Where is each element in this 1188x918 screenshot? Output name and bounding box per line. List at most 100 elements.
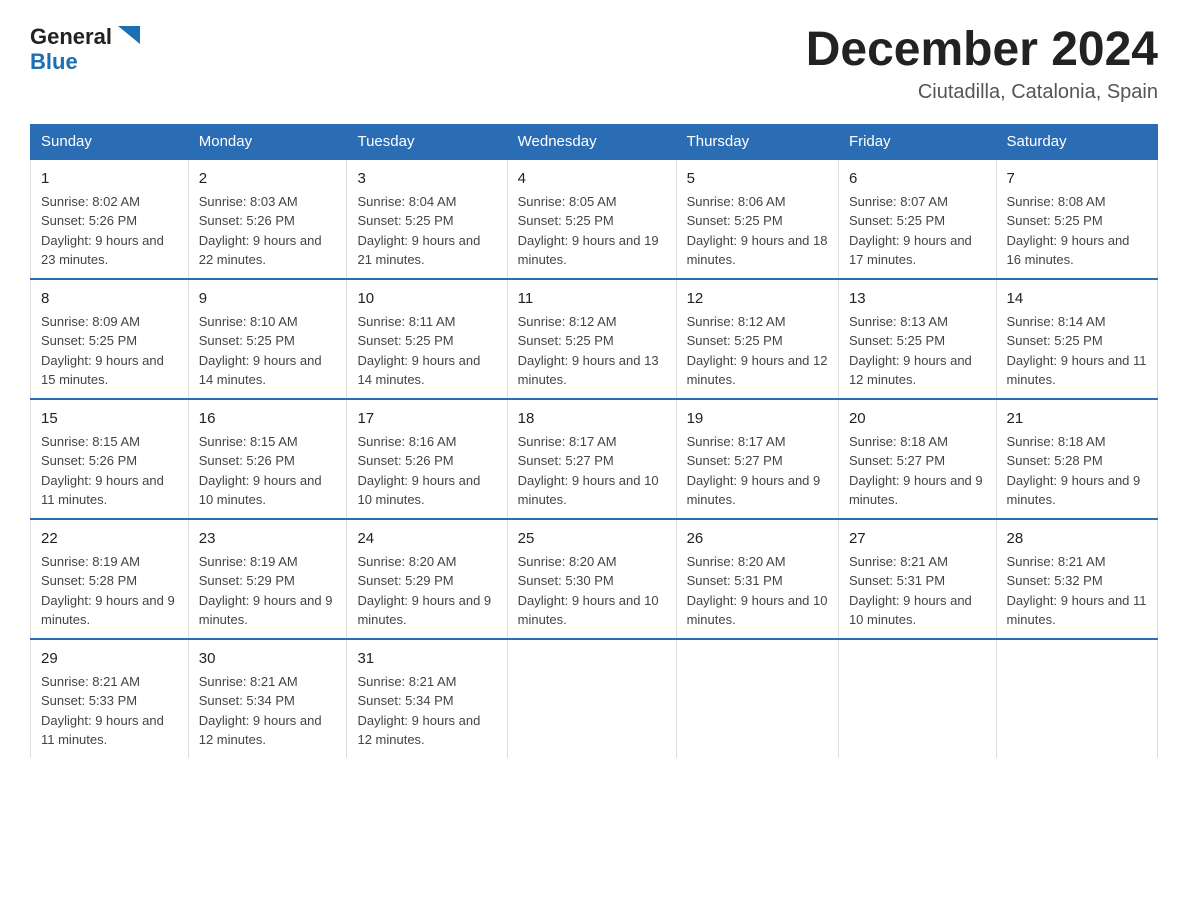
calendar-cell: 9 Sunrise: 8:10 AMSunset: 5:25 PMDaylight… [188, 279, 347, 399]
calendar-cell: 17 Sunrise: 8:16 AMSunset: 5:26 PMDayligh… [347, 399, 507, 519]
calendar-cell [996, 639, 1157, 758]
calendar-cell: 29 Sunrise: 8:21 AMSunset: 5:33 PMDayligh… [31, 639, 189, 758]
calendar-cell: 30Sunrise: 8:21 AMSunset: 5:34 PMDayligh… [188, 639, 347, 758]
day-number: 13 [849, 288, 986, 309]
logo-text-line2: Blue [30, 49, 78, 74]
calendar-cell: 25 Sunrise: 8:20 AMSunset: 5:30 PMDayligh… [507, 519, 676, 639]
page-subtitle: Ciutadilla, Catalonia, Spain [806, 81, 1158, 104]
day-info: Sunrise: 8:17 AMSunset: 5:27 PMDaylight:… [687, 432, 828, 510]
calendar-cell: 26 Sunrise: 8:20 AMSunset: 5:31 PMDayligh… [676, 519, 838, 639]
calendar-cell: 14Sunrise: 8:14 AMSunset: 5:25 PMDayligh… [996, 279, 1157, 399]
day-number: 15 [41, 408, 178, 429]
day-info: Sunrise: 8:04 AMSunset: 5:25 PMDaylight:… [357, 192, 496, 270]
calendar-cell: 16 Sunrise: 8:15 AMSunset: 5:26 PMDayligh… [188, 399, 347, 519]
day-number: 19 [687, 408, 828, 429]
calendar-cell: 22Sunrise: 8:19 AMSunset: 5:28 PMDayligh… [31, 519, 189, 639]
day-number: 24 [357, 528, 496, 549]
calendar-cell: 27 Sunrise: 8:21 AMSunset: 5:31 PMDayligh… [838, 519, 996, 639]
day-info: Sunrise: 8:11 AMSunset: 5:25 PMDaylight:… [357, 312, 496, 390]
day-info: Sunrise: 8:19 AMSunset: 5:29 PMDaylight:… [199, 552, 337, 630]
day-info: Sunrise: 8:13 AMSunset: 5:25 PMDaylight:… [849, 312, 986, 390]
day-number: 17 [357, 408, 496, 429]
calendar-cell: 23 Sunrise: 8:19 AMSunset: 5:29 PMDayligh… [188, 519, 347, 639]
calendar-cell: 8 Sunrise: 8:09 AMSunset: 5:25 PMDaylight… [31, 279, 189, 399]
calendar-cell [507, 639, 676, 758]
day-number: 11 [518, 288, 666, 309]
calendar-week-row: 22Sunrise: 8:19 AMSunset: 5:28 PMDayligh… [31, 519, 1158, 639]
calendar-week-row: 8 Sunrise: 8:09 AMSunset: 5:25 PMDaylight… [31, 279, 1158, 399]
day-number: 28 [1007, 528, 1147, 549]
day-info: Sunrise: 8:20 AMSunset: 5:30 PMDaylight:… [518, 552, 666, 630]
day-info: Sunrise: 8:09 AMSunset: 5:25 PMDaylight:… [41, 312, 178, 390]
day-number: 14 [1007, 288, 1147, 309]
day-info: Sunrise: 8:05 AMSunset: 5:25 PMDaylight:… [518, 192, 666, 270]
calendar-cell [838, 639, 996, 758]
calendar-week-row: 1 Sunrise: 8:02 AMSunset: 5:26 PMDaylight… [31, 159, 1158, 279]
calendar-cell: 4 Sunrise: 8:05 AMSunset: 5:25 PMDaylight… [507, 159, 676, 279]
day-info: Sunrise: 8:17 AMSunset: 5:27 PMDaylight:… [518, 432, 666, 510]
page-header: General Blue December 2024 Ciutadilla, C… [30, 24, 1158, 104]
day-number: 29 [41, 648, 178, 669]
header-sunday: Sunday [31, 124, 189, 159]
day-info: Sunrise: 8:19 AMSunset: 5:28 PMDaylight:… [41, 552, 178, 630]
day-number: 10 [357, 288, 496, 309]
day-info: Sunrise: 8:21 AMSunset: 5:34 PMDaylight:… [357, 672, 496, 750]
day-number: 31 [357, 648, 496, 669]
day-number: 9 [199, 288, 337, 309]
calendar-cell: 24 Sunrise: 8:20 AMSunset: 5:29 PMDayligh… [347, 519, 507, 639]
calendar-week-row: 15 Sunrise: 8:15 AMSunset: 5:26 PMDayligh… [31, 399, 1158, 519]
day-number: 2 [199, 168, 337, 189]
day-number: 4 [518, 168, 666, 189]
day-info: Sunrise: 8:15 AMSunset: 5:26 PMDaylight:… [41, 432, 178, 510]
day-info: Sunrise: 8:03 AMSunset: 5:26 PMDaylight:… [199, 192, 337, 270]
day-info: Sunrise: 8:21 AMSunset: 5:34 PMDaylight:… [199, 672, 337, 750]
day-number: 8 [41, 288, 178, 309]
calendar-cell: 19 Sunrise: 8:17 AMSunset: 5:27 PMDayligh… [676, 399, 838, 519]
calendar-cell: 6Sunrise: 8:07 AMSunset: 5:25 PMDaylight… [838, 159, 996, 279]
calendar-cell: 3Sunrise: 8:04 AMSunset: 5:25 PMDaylight… [347, 159, 507, 279]
calendar-cell: 10 Sunrise: 8:11 AMSunset: 5:25 PMDayligh… [347, 279, 507, 399]
day-number: 7 [1007, 168, 1147, 189]
calendar-cell: 12 Sunrise: 8:12 AMSunset: 5:25 PMDayligh… [676, 279, 838, 399]
header-tuesday: Tuesday [347, 124, 507, 159]
day-info: Sunrise: 8:06 AMSunset: 5:25 PMDaylight:… [687, 192, 828, 270]
calendar-cell: 7Sunrise: 8:08 AMSunset: 5:25 PMDaylight… [996, 159, 1157, 279]
calendar-week-row: 29 Sunrise: 8:21 AMSunset: 5:33 PMDayligh… [31, 639, 1158, 758]
day-info: Sunrise: 8:10 AMSunset: 5:25 PMDaylight:… [199, 312, 337, 390]
day-info: Sunrise: 8:21 AMSunset: 5:31 PMDaylight:… [849, 552, 986, 630]
day-info: Sunrise: 8:18 AMSunset: 5:27 PMDaylight:… [849, 432, 986, 510]
calendar-cell: 11 Sunrise: 8:12 AMSunset: 5:25 PMDayligh… [507, 279, 676, 399]
day-number: 12 [687, 288, 828, 309]
day-number: 23 [199, 528, 337, 549]
header-saturday: Saturday [996, 124, 1157, 159]
header-friday: Friday [838, 124, 996, 159]
calendar-cell: 28 Sunrise: 8:21 AMSunset: 5:32 PMDayligh… [996, 519, 1157, 639]
day-info: Sunrise: 8:18 AMSunset: 5:28 PMDaylight:… [1007, 432, 1147, 510]
calendar-cell: 1 Sunrise: 8:02 AMSunset: 5:26 PMDaylight… [31, 159, 189, 279]
calendar-cell: 2 Sunrise: 8:03 AMSunset: 5:26 PMDaylight… [188, 159, 347, 279]
logo-text-line1: General [30, 25, 112, 49]
day-info: Sunrise: 8:21 AMSunset: 5:32 PMDaylight:… [1007, 552, 1147, 630]
header-wednesday: Wednesday [507, 124, 676, 159]
day-info: Sunrise: 8:20 AMSunset: 5:29 PMDaylight:… [357, 552, 496, 630]
day-info: Sunrise: 8:15 AMSunset: 5:26 PMDaylight:… [199, 432, 337, 510]
day-number: 26 [687, 528, 828, 549]
calendar-cell: 20Sunrise: 8:18 AMSunset: 5:27 PMDayligh… [838, 399, 996, 519]
day-info: Sunrise: 8:02 AMSunset: 5:26 PMDaylight:… [41, 192, 178, 270]
day-number: 16 [199, 408, 337, 429]
day-info: Sunrise: 8:21 AMSunset: 5:33 PMDaylight:… [41, 672, 178, 750]
day-info: Sunrise: 8:16 AMSunset: 5:26 PMDaylight:… [357, 432, 496, 510]
day-number: 18 [518, 408, 666, 429]
day-info: Sunrise: 8:20 AMSunset: 5:31 PMDaylight:… [687, 552, 828, 630]
day-info: Sunrise: 8:12 AMSunset: 5:25 PMDaylight:… [687, 312, 828, 390]
header-monday: Monday [188, 124, 347, 159]
day-info: Sunrise: 8:12 AMSunset: 5:25 PMDaylight:… [518, 312, 666, 390]
calendar-cell: 15 Sunrise: 8:15 AMSunset: 5:26 PMDayligh… [31, 399, 189, 519]
day-info: Sunrise: 8:07 AMSunset: 5:25 PMDaylight:… [849, 192, 986, 270]
day-number: 25 [518, 528, 666, 549]
day-number: 21 [1007, 408, 1147, 429]
calendar-cell: 21 Sunrise: 8:18 AMSunset: 5:28 PMDayligh… [996, 399, 1157, 519]
day-number: 27 [849, 528, 986, 549]
day-number: 1 [41, 168, 178, 189]
header-thursday: Thursday [676, 124, 838, 159]
